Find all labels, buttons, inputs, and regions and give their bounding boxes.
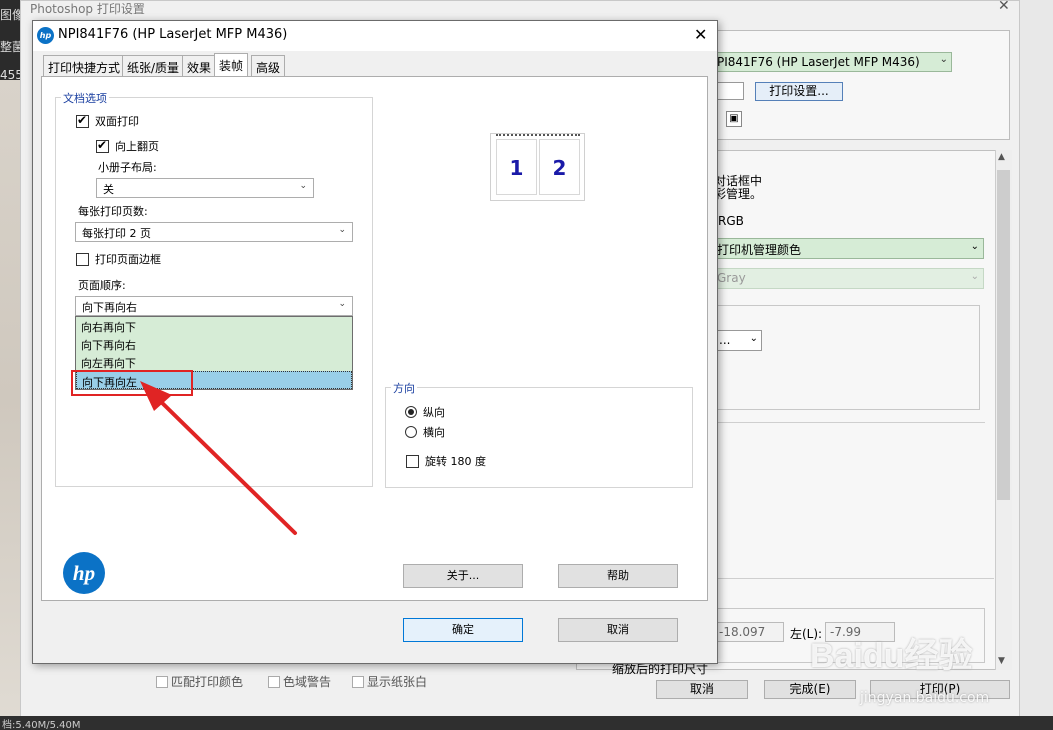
preview-page-1: 1 [496,139,537,195]
hp-logo-icon: hp [63,552,105,594]
chevron-down-icon: ⌄ [749,333,758,344]
booklet-layout-label: 小册子布局: [98,161,157,174]
gray-profile-select: Gray ⌄ [710,268,984,289]
tab-finishing[interactable]: 装帧 [214,53,249,76]
document-options-label: 文档选项 [61,90,109,106]
chevron-down-icon: ⌄ [939,54,948,65]
ps-cancel-button[interactable]: 取消 [656,680,748,699]
chevron-down-icon: ⌄ [338,299,346,309]
photoshop-close-icon[interactable]: ✕ [998,0,1010,14]
rotate-180-checkbox[interactable]: 旋转 180 度 [406,453,486,469]
booklet-layout-select[interactable]: 关 ⌄ [96,178,314,198]
page-order-label: 页面顺序: [78,279,126,292]
annotation-arrow-icon [140,381,297,535]
baidu-watermark-url: jingyan.baidu.com [860,690,990,706]
portrait-radio[interactable]: 纵向 [405,404,445,420]
page-order-option[interactable]: 向右再向下 [76,317,352,335]
rendering-intent-select[interactable]: ... ⌄ [714,330,762,351]
duplex-checkbox[interactable]: 双面打印 [76,113,139,129]
show-paper-white-checkbox[interactable]: 显示纸张白 [352,673,427,690]
match-print-colors-checkbox[interactable]: 匹配打印颜色 [156,673,243,690]
chevron-down-icon: ⌄ [299,181,307,191]
about-button[interactable]: 关于... [403,564,523,588]
baidu-watermark: Baidu经验 [810,637,973,675]
flip-pages-up-checkbox[interactable]: 向上翻页 [96,138,159,154]
ps-done-button[interactable]: 完成(E) [764,680,856,699]
rendering-group-box [700,305,980,410]
preview-page-2: 2 [539,139,580,195]
landscape-radio[interactable]: 横向 [405,424,445,440]
status-bar: 档:5.40M/5.40M [0,716,1053,730]
ps-scroll-thumb[interactable] [997,170,1010,500]
gamut-warning-checkbox[interactable]: 色域警告 [268,673,331,690]
page-order-select[interactable]: 向下再向右 ⌄ [75,296,353,316]
chevron-down-icon: ⌄ [338,225,346,235]
chevron-down-icon: ⌄ [970,271,979,282]
photoshop-window-title: Photoshop 打印设置 [30,2,145,16]
pages-per-sheet-select[interactable]: 每张打印 2 页 ⌄ [75,222,353,242]
page-order-option[interactable]: 向下再向右 [76,335,352,353]
binding-edge-marker [496,134,580,137]
pages-per-sheet-label: 每张打印页数: [78,205,148,218]
help-button[interactable]: 帮助 [558,564,678,588]
hp-logo-icon: hp [37,27,54,44]
color-handling-select[interactable]: 打印机管理颜色 ⌄ [710,238,984,259]
scroll-up-icon[interactable]: ▲ [998,152,1005,162]
close-icon[interactable]: ✕ [694,25,707,44]
checkmark-icon [76,113,89,128]
print-settings-button[interactable]: 打印设置... [755,82,843,101]
checkmark-icon [96,138,109,153]
ps-printer-select[interactable]: PI841F76 (HP LaserJet MFP M436) ⌄ [710,52,952,72]
tab-effects[interactable]: 效果 [182,55,217,76]
color-profile-text: RGB [718,214,744,228]
chevron-down-icon: ⌄ [970,241,979,252]
tab-print-shortcuts[interactable]: 打印快捷方式 [43,55,126,76]
scroll-down-icon[interactable]: ▼ [998,656,1005,666]
ok-button[interactable]: 确定 [403,618,523,642]
cancel-button[interactable]: 取消 [558,618,678,642]
tab-advanced[interactable]: 高级 [251,55,286,76]
top-position-field[interactable]: -18.097 [714,622,784,642]
color-note-text: 对话框中 彩管理。 [714,174,763,201]
page-order-option[interactable]: 向左再向下 [76,353,352,371]
dialog-title: NPI841F76 (HP LaserJet MFP M436) [58,27,288,42]
orientation-label: 方向 [391,380,417,396]
tab-paper-quality[interactable]: 纸张/质量 [122,55,185,76]
layout-icon[interactable]: ▣ [726,111,742,127]
divider [700,422,985,423]
print-page-borders-checkbox[interactable]: 打印页面边框 [76,251,161,267]
